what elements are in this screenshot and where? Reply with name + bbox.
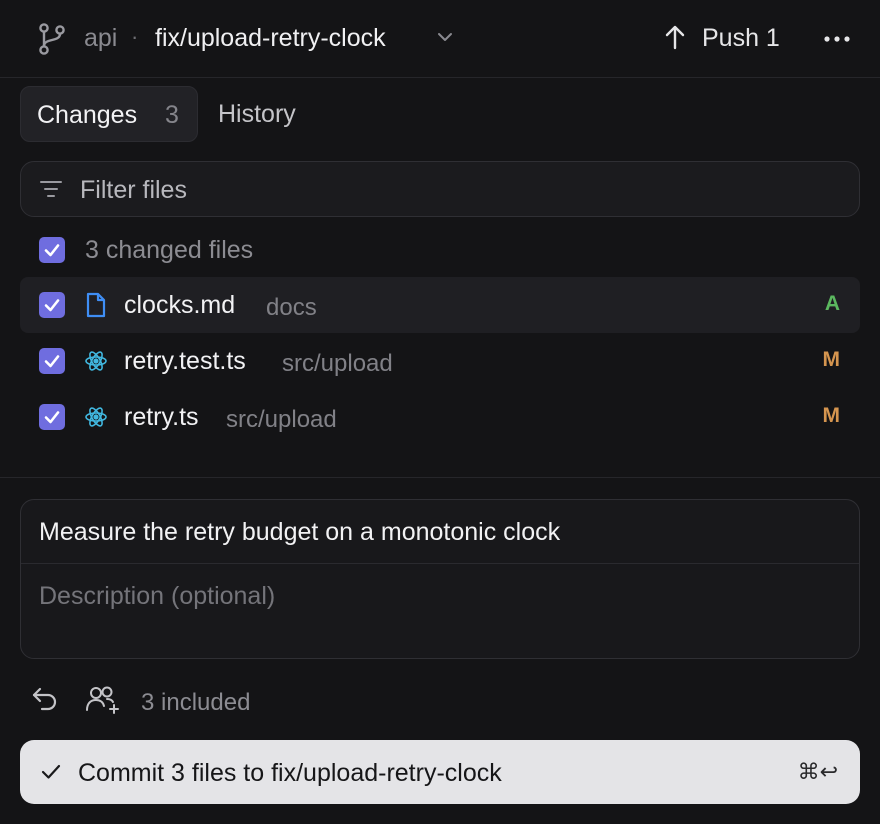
- file-dir: src/upload: [282, 350, 393, 377]
- commit-box-divider: [21, 563, 859, 564]
- push-button[interactable]: Push 1: [702, 24, 780, 53]
- filter-icon: [40, 181, 62, 197]
- file-checkbox[interactable]: [39, 348, 65, 374]
- commit-message-box: Measure the retry budget on a monotonic …: [20, 499, 860, 659]
- check-icon: [41, 764, 61, 779]
- commit-button-label: Commit 3 files to fix/upload-retry-clock: [78, 759, 502, 787]
- branch-header: api · fix/upload-retry-clock Push 1: [0, 0, 880, 78]
- branch-name[interactable]: fix/upload-retry-clock: [155, 24, 386, 53]
- section-divider: [0, 477, 880, 478]
- changes-count-badge: 3: [165, 101, 179, 129]
- file-row[interactable]: clocks.md docs A: [20, 277, 860, 333]
- keyboard-shortcut: ⌘↩: [797, 759, 838, 784]
- file-row[interactable]: retry.ts src/upload M: [20, 389, 860, 445]
- file-dir: docs: [266, 294, 317, 321]
- file-name: retry.test.ts: [124, 347, 246, 375]
- file-name: retry.ts: [124, 403, 199, 431]
- add-coauthor-icon[interactable]: [85, 685, 121, 715]
- file-status-badge: M: [822, 404, 841, 427]
- commit-button[interactable]: Commit 3 files to fix/upload-retry-clock…: [20, 740, 860, 804]
- commit-summary-input[interactable]: Measure the retry budget on a monotonic …: [39, 518, 560, 547]
- more-icon[interactable]: [822, 28, 852, 50]
- checkmark-icon: [44, 299, 60, 312]
- undo-icon[interactable]: [31, 685, 59, 713]
- checkmark-icon: [44, 411, 60, 424]
- repo-name[interactable]: api: [84, 24, 117, 53]
- tab-changes-label: Changes: [37, 101, 138, 129]
- changed-files-summary: 3 changed files: [85, 236, 254, 264]
- react-icon: [85, 351, 107, 371]
- filter-files-input[interactable]: Filter files: [20, 161, 860, 217]
- filter-placeholder: Filter files: [80, 176, 187, 204]
- breadcrumb-separator: ·: [131, 24, 139, 49]
- select-all-checkbox[interactable]: [39, 237, 65, 263]
- tab-history[interactable]: History: [218, 100, 296, 129]
- checkmark-icon: [44, 355, 60, 368]
- file-row[interactable]: retry.test.ts src/upload M: [20, 333, 860, 389]
- file-status-badge: A: [824, 292, 840, 315]
- chevron-down-icon[interactable]: [436, 30, 454, 44]
- file-status-badge: M: [822, 348, 841, 371]
- commit-description-input[interactable]: Description (optional): [39, 582, 275, 611]
- file-checkbox[interactable]: [39, 404, 65, 430]
- git-branch-icon: [39, 23, 65, 55]
- file-checkbox[interactable]: [39, 292, 65, 318]
- file-icon: [86, 292, 106, 318]
- arrow-up-icon[interactable]: [662, 24, 688, 52]
- file-dir: src/upload: [226, 406, 337, 433]
- react-icon: [85, 407, 107, 427]
- tab-changes[interactable]: Changes 3: [20, 86, 198, 142]
- included-count: 3 included: [141, 689, 251, 716]
- file-name: clocks.md: [124, 291, 236, 319]
- checkmark-icon: [44, 244, 60, 257]
